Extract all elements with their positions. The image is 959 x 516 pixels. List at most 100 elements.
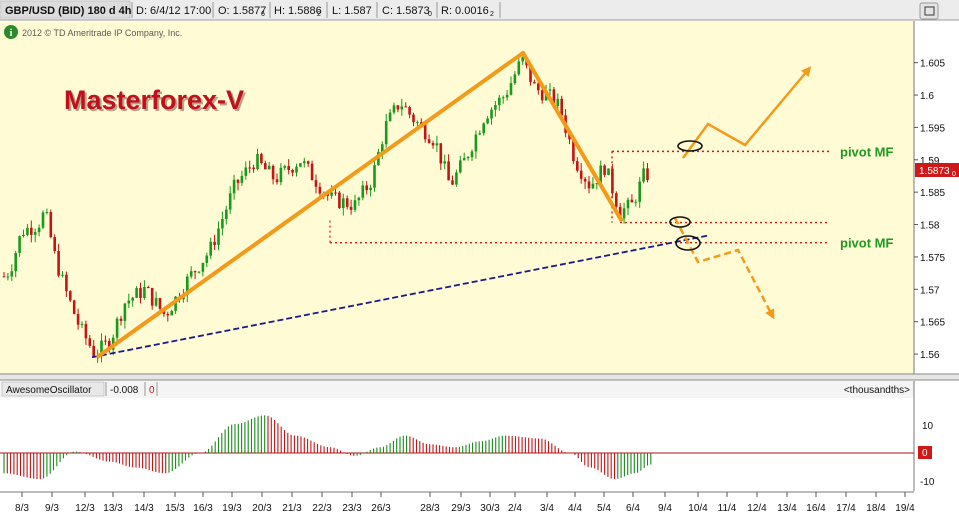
candle-up [22, 234, 25, 237]
candle-up [127, 300, 131, 304]
time-tick-label: 18/4 [866, 503, 886, 514]
time-tick-label: 5/4 [597, 503, 611, 514]
symbol-label[interactable]: GBP/USD (BID) 180 d 4h [5, 5, 132, 17]
price-tick-label: 1.56 [920, 350, 940, 361]
candle-up [225, 209, 228, 220]
info-icon[interactable]: i [4, 25, 18, 39]
close-readout: C: 1.5873 [382, 5, 430, 17]
candle-down [439, 143, 443, 164]
candle-up [459, 160, 462, 173]
candle-down [260, 153, 263, 164]
candle-up [244, 167, 248, 176]
candle-up [14, 252, 17, 272]
candle-down [314, 180, 318, 187]
candle-down [236, 179, 240, 183]
low-readout: L: 1.587 [332, 5, 372, 17]
candle-up [267, 165, 271, 170]
candle-down [252, 167, 255, 170]
time-tick-label: 14/3 [134, 503, 154, 514]
candle-up [10, 271, 14, 277]
candle-down [338, 192, 341, 209]
candle-up [474, 134, 478, 152]
candle-down [76, 313, 80, 325]
candle-down [533, 82, 536, 84]
candle-up [470, 151, 474, 158]
close-sub: 0 [428, 11, 432, 18]
svg-text:1.5873: 1.5873 [919, 166, 950, 177]
time-tick-label: 13/4 [777, 503, 797, 514]
time-tick-label: 13/3 [103, 503, 123, 514]
candle-up [232, 179, 236, 194]
candle-down [404, 106, 407, 108]
candle-up [33, 232, 37, 235]
candle-up [18, 236, 21, 253]
time-tick-label: 21/3 [282, 503, 302, 514]
candle-up [256, 153, 259, 170]
candle-down [334, 192, 337, 194]
candle-up [388, 112, 392, 122]
candle-up [509, 83, 513, 95]
candle-down [365, 185, 368, 191]
time-tick-label: 3/4 [540, 503, 554, 514]
candle-up [330, 192, 333, 196]
candle-up [209, 241, 212, 256]
open-sub: 6 [261, 11, 265, 18]
candle-up [435, 143, 439, 146]
candle-up [498, 97, 501, 106]
pivot-label: pivot MF [840, 144, 893, 159]
candle-up [455, 172, 458, 185]
candle-down [2, 276, 6, 278]
time-tick-label: 17/4 [836, 503, 856, 514]
candle-up [303, 161, 306, 164]
time-tick-label: 23/3 [342, 503, 362, 514]
date-readout: D: 6/4/12 17:00 [136, 5, 211, 17]
oscillator-name[interactable]: AwesomeOscillator [6, 385, 92, 396]
time-tick-label: 16/4 [806, 503, 826, 514]
candle-down [57, 250, 60, 276]
time-tick-label: 29/3 [451, 503, 471, 514]
candle-down [412, 114, 415, 123]
candle-up [466, 157, 470, 159]
candle-down [345, 198, 349, 207]
range-sub: 2 [490, 11, 494, 18]
candle-down [310, 163, 314, 181]
price-tick-label: 1.58 [920, 221, 940, 232]
candle-down [447, 161, 450, 181]
candle-down [646, 168, 649, 181]
range-readout: R: 0.0016 [441, 5, 489, 17]
time-tick-label: 30/3 [480, 503, 500, 514]
candle-down [603, 165, 606, 175]
time-tick-label: 19/3 [222, 503, 242, 514]
candle-up [217, 228, 220, 245]
candle-up [357, 197, 361, 201]
candle-up [61, 274, 64, 276]
time-tick-label: 26/3 [371, 503, 391, 514]
candle-down [318, 186, 322, 194]
candle-down [291, 169, 294, 173]
candle-down [615, 193, 618, 207]
pivot-label: pivot MF [840, 236, 893, 251]
price-tick-label: 1.595 [920, 123, 945, 134]
candle-up [201, 262, 205, 272]
candle-down [150, 288, 154, 306]
candle-up [170, 310, 173, 316]
candle-up [131, 297, 134, 301]
price-tick-label: 1.605 [920, 59, 945, 70]
candle-down [264, 163, 267, 170]
maximize-button[interactable] [919, 2, 939, 20]
osc-tick-bottom: -10 [920, 477, 935, 488]
candle-down [88, 338, 92, 346]
osc-tick-top: 10 [922, 421, 934, 432]
price-panel [0, 21, 914, 374]
candle-up [490, 109, 493, 119]
candle-up [622, 208, 626, 219]
time-tick-label: 12/3 [75, 503, 95, 514]
svg-text:i: i [10, 28, 13, 39]
candle-up [482, 123, 485, 134]
time-tick-label: 20/3 [252, 503, 272, 514]
candle-down [49, 212, 53, 238]
candle-down [560, 98, 563, 116]
svg-text:0: 0 [952, 171, 956, 178]
candle-down [396, 105, 400, 110]
candle-up [228, 193, 232, 210]
